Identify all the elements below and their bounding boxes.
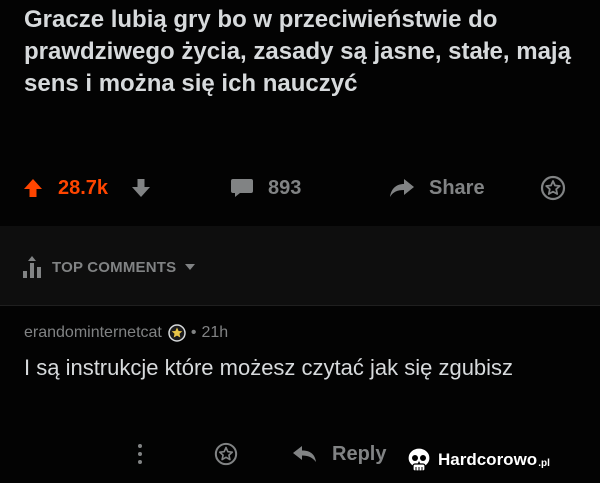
- upvote-button[interactable]: [22, 168, 44, 208]
- watermark-text: Hardcorowo: [438, 450, 538, 469]
- skull-logo-icon: [407, 447, 431, 472]
- comments-button[interactable]: [230, 168, 254, 208]
- downvote-button[interactable]: [130, 168, 152, 208]
- comment-sort-selector[interactable]: TOP COMMENTS: [22, 254, 196, 280]
- watermark-suffix: .pl: [538, 457, 550, 469]
- comment-author[interactable]: erandominternetcat: [24, 324, 162, 342]
- award-icon: [540, 175, 566, 201]
- reply-label[interactable]: Reply: [332, 436, 386, 472]
- comment-bubble-icon: [231, 179, 253, 197]
- award-icon: [214, 442, 238, 466]
- downvote-arrow-icon: [132, 179, 150, 197]
- comment-award-button[interactable]: [214, 436, 238, 472]
- sort-label: TOP COMMENTS: [52, 258, 177, 276]
- comment-meta: erandominternetcat • 21h: [24, 322, 228, 344]
- award-button[interactable]: [540, 168, 566, 208]
- author-flair-icon: [168, 324, 186, 342]
- reply-arrow-icon: [293, 446, 316, 462]
- comment-count: 893: [268, 176, 302, 199]
- reddit-post-screenshot: Gracze lubią gry bo w przeciwieństwie do…: [0, 0, 600, 483]
- comment-body: I są instrukcje które możesz czytać jak …: [24, 355, 514, 380]
- more-options-button[interactable]: [136, 436, 144, 472]
- share-arrow-icon: [390, 179, 414, 197]
- site-watermark: Hardcorowo .pl: [404, 442, 550, 478]
- upvote-arrow-icon: [24, 179, 42, 197]
- post-title: Gracze lubią gry bo w przeciwieństwie do…: [24, 6, 571, 97]
- post-action-bar: 28.7k 893 Share: [0, 168, 600, 208]
- more-vertical-icon: [138, 444, 142, 464]
- reply-button[interactable]: [292, 436, 318, 472]
- meta-separator: •: [190, 324, 197, 341]
- comment-age: 21h: [201, 324, 229, 341]
- sort-bars-icon: [23, 256, 41, 278]
- share-label[interactable]: Share: [429, 168, 485, 208]
- share-button[interactable]: [388, 168, 416, 208]
- chevron-down-icon: [185, 264, 196, 270]
- vote-score: 28.7k: [58, 176, 109, 199]
